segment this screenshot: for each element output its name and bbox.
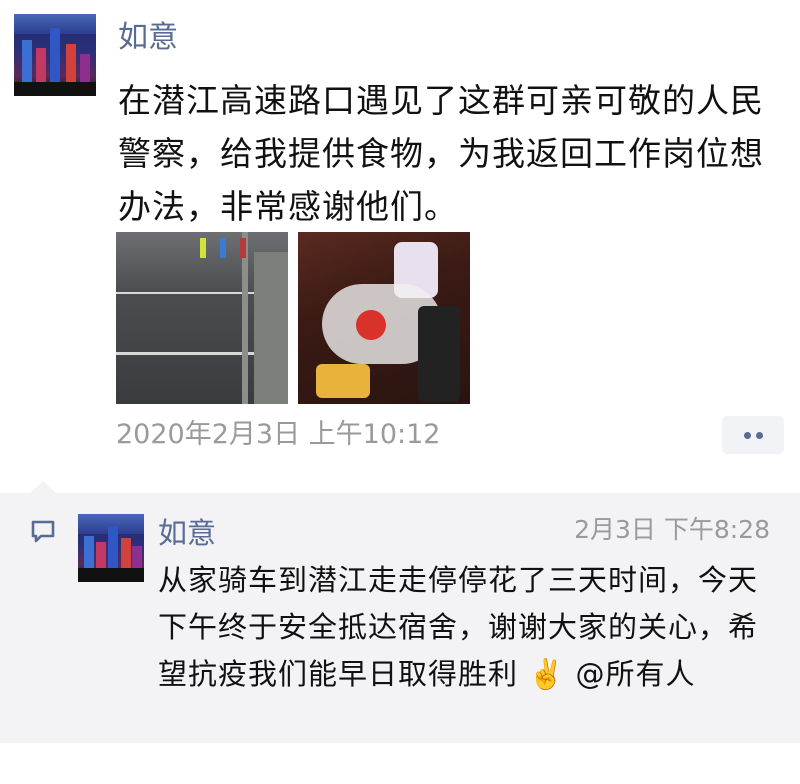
page-bottom xyxy=(0,743,800,784)
moment-post: 如意 在潜江高速路口遇见了这群可亲可敬的人民警察，给我提供食物，为我返回工作岗位… xyxy=(0,0,800,483)
comment-avatar[interactable] xyxy=(78,514,144,582)
comment-text: 从家骑车到潜江走走停停花了三天时间，今天下午终于安全抵达宿舍，谢谢大家的关心，希… xyxy=(158,563,759,691)
post-avatar[interactable] xyxy=(14,14,96,96)
comment-username[interactable]: 如意 xyxy=(158,515,216,551)
post-photo-road[interactable] xyxy=(116,232,288,404)
comment-time: 2月3日 下午8:28 xyxy=(574,515,770,544)
comments-caret xyxy=(30,481,56,493)
more-actions-button[interactable] xyxy=(722,416,784,454)
comment-icon xyxy=(31,520,55,543)
post-photo-food[interactable] xyxy=(298,232,470,404)
post-text: 在潜江高速路口遇见了这群可亲可敬的人民警察，给我提供食物，为我返回工作岗位想办法… xyxy=(118,81,764,226)
post-username[interactable]: 如意 xyxy=(118,20,178,56)
more-icon xyxy=(744,432,751,439)
post-timestamp: 2020年2月3日 上午10:12 xyxy=(116,419,441,450)
